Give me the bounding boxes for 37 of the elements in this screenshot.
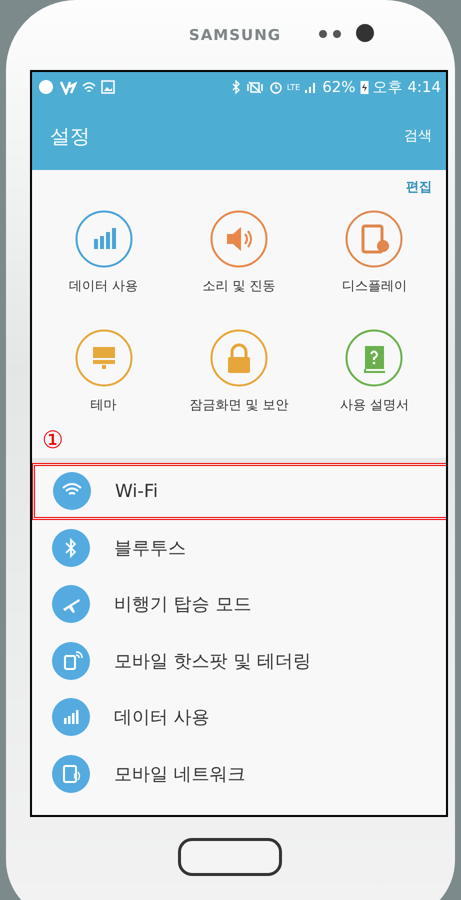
data-shortcut-icon[interactable] [74,210,133,268]
data-icon [52,698,90,736]
home-button[interactable] [178,838,282,876]
bluetooth-icon [230,80,241,94]
image-icon [101,80,115,94]
settings-list-item[interactable]: 블루투스 [32,520,446,576]
sound-shortcut-icon[interactable] [210,210,268,268]
clock: 오후 4:14 [372,78,441,96]
network-type-label: LTE [286,82,300,92]
battery-percent: 62% [322,78,356,96]
battery-charging-icon [360,80,369,94]
lock-shortcut-icon[interactable] [210,329,268,387]
hotspot-icon [52,642,90,680]
settings-list-item[interactable]: 모바일 네트워크 [32,746,446,802]
vibrate-mute-icon [244,80,265,94]
v-logo-icon [59,79,77,95]
theme-shortcut-icon[interactable] [74,329,133,387]
shortcut-label: 사용 설명서 [340,397,409,414]
settings-list-item[interactable]: 모바일 핫스팟 및 테더링 [32,632,446,689]
shortcut-label: 데이터 사용 [69,278,138,295]
wifi-icon [81,80,97,94]
wifi-icon [53,472,91,510]
settings-list-item[interactable]: 데이터 사용 [32,689,446,746]
step-number-annotation: ① [42,426,64,454]
network-icon [52,754,90,793]
alarm-icon [268,80,283,94]
settings-list-item[interactable]: 비행기 탑승 모드 [32,576,446,632]
shortcut-label: 소리 및 진동 [202,278,276,295]
bluetooth-icon [52,528,90,567]
screen-title: 설정 [50,122,90,150]
brand-logo: SAMSUNG [188,26,282,44]
display-shortcut-icon[interactable] [345,210,404,268]
shortcut-label: 잠금화면 및 보안 [189,397,289,414]
shortcut-label: 디스플레이 [342,278,407,295]
settings-list-item[interactable]: Wi-Fi [32,463,446,520]
manual-shortcut-icon[interactable] [345,329,404,387]
shortcut-label: 테마 [90,397,117,414]
